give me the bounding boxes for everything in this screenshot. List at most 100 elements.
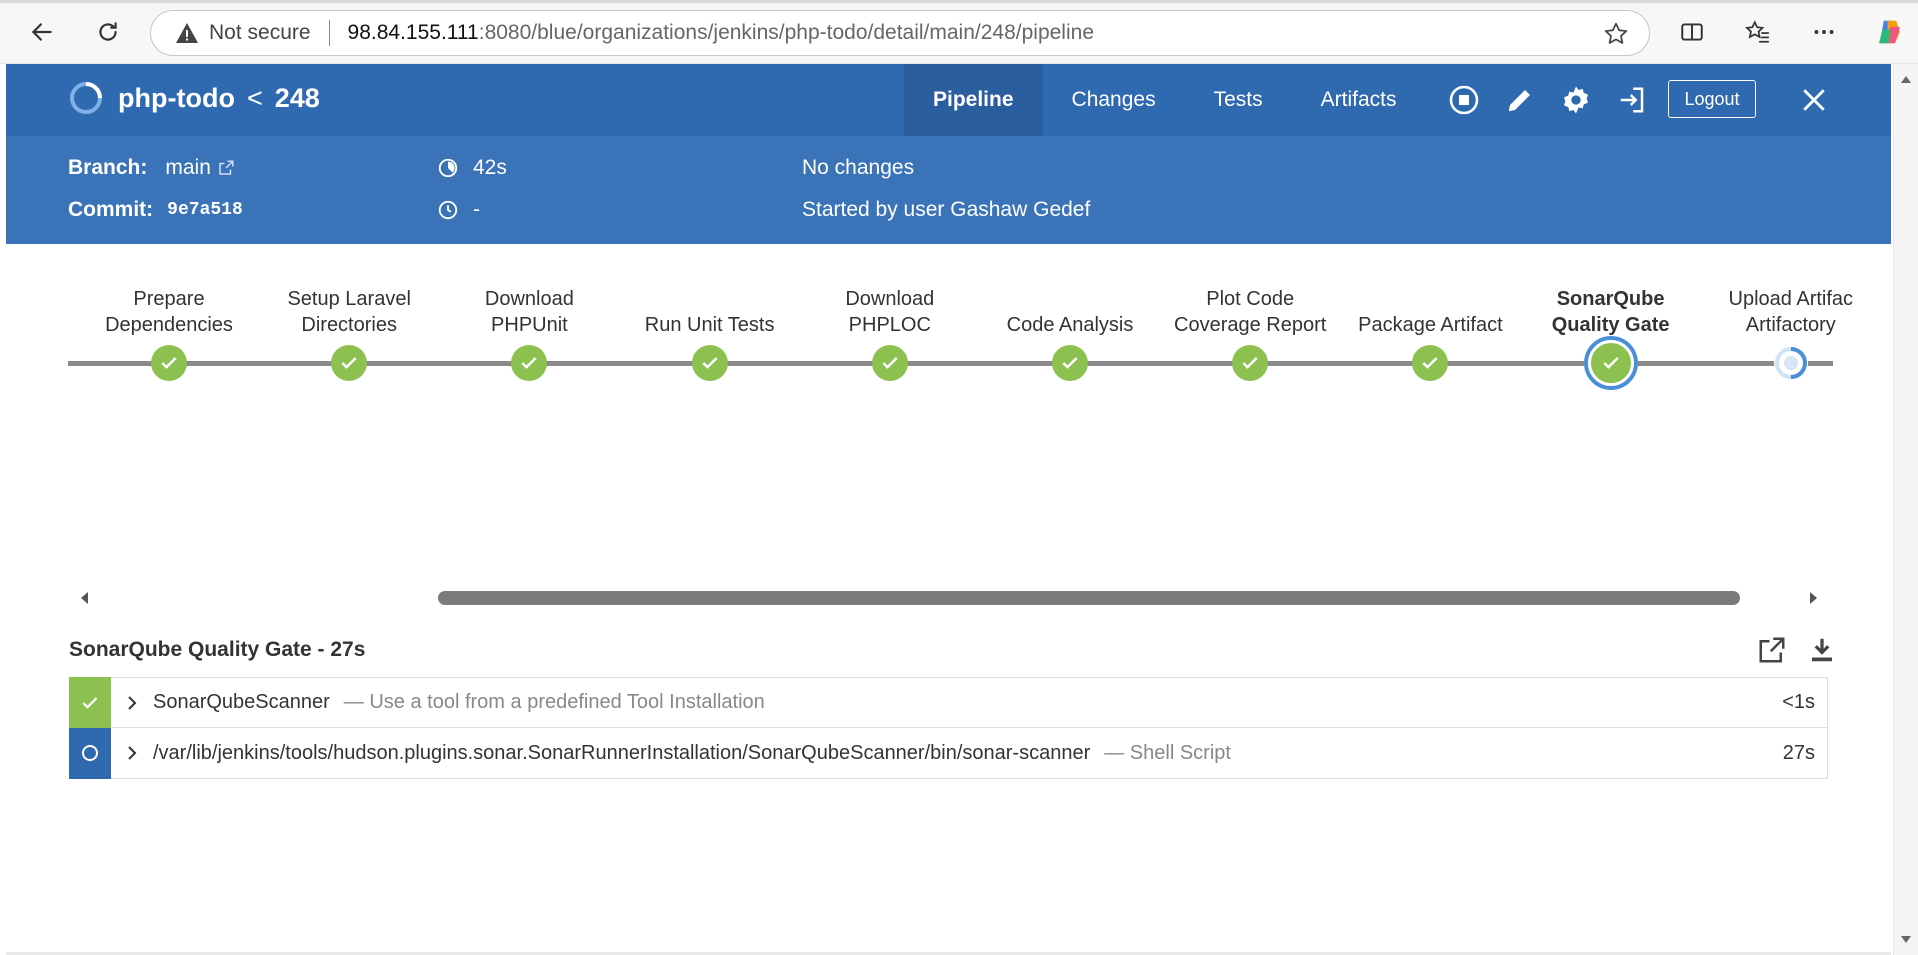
stage-node-success[interactable] <box>331 345 368 381</box>
arrow-left-icon <box>31 23 52 41</box>
scrollbar-thumb[interactable] <box>438 591 1740 605</box>
more-menu-button[interactable] <box>1806 14 1842 50</box>
tab-artifacts[interactable]: Artifacts <box>1292 64 1426 136</box>
reload-button[interactable] <box>90 14 126 50</box>
commit-hash: 9e7a518 <box>167 200 243 220</box>
jenkins-header: php-todo < 248 Pipeline Changes Tests Ar… <box>6 64 1891 136</box>
chevron-right-icon <box>128 746 137 760</box>
stage-label-line: Quality Gate <box>1551 314 1670 336</box>
back-button[interactable] <box>24 14 60 50</box>
address-bar[interactable]: Not secure 98.84.155.111:8080/blue/organ… <box>150 10 1650 56</box>
close-icon <box>1803 89 1825 111</box>
scroll-left-icon[interactable] <box>78 591 92 605</box>
download-log-button[interactable] <box>1804 632 1840 668</box>
stage-label[interactable]: Upload Artifac Artifactory <box>1701 286 1881 338</box>
in-progress-icon <box>1774 347 1807 379</box>
stage-node-success[interactable] <box>511 345 548 381</box>
started-by: Started by user Gashaw Gedef <box>802 198 1091 221</box>
tab-changes[interactable]: Changes <box>1043 64 1185 136</box>
stage-label[interactable]: Download PHPUnit <box>439 286 619 338</box>
stage-node-success[interactable] <box>871 345 908 381</box>
warning-icon[interactable] <box>175 22 199 44</box>
exit-to-classic-button[interactable] <box>1614 82 1650 118</box>
run-title: php-todo < 248 <box>68 80 320 116</box>
edit-button[interactable] <box>1502 82 1538 118</box>
open-external-icon <box>1759 637 1785 663</box>
check-icon <box>341 357 357 369</box>
project-name[interactable]: php-todo <box>118 83 235 114</box>
expand-step-button[interactable] <box>111 745 153 761</box>
open-log-button[interactable] <box>1754 632 1790 668</box>
address-divider <box>328 20 330 46</box>
chevron-right-icon <box>128 695 137 710</box>
stage-label[interactable]: SonarQube Quality Gate <box>1521 286 1701 338</box>
stage-label[interactable]: Plot Code Coverage Report <box>1160 286 1340 338</box>
scroll-up-icon[interactable] <box>1900 74 1912 84</box>
stage-label[interactable]: Download PHPLOC <box>800 286 980 338</box>
stage-label[interactable]: Code Analysis <box>980 286 1160 338</box>
gear-icon <box>1564 86 1588 114</box>
check-icon <box>1242 357 1258 369</box>
duration-value: 42s <box>473 156 507 179</box>
url-host: 98.84.155.111 <box>347 21 479 44</box>
stage-node-success[interactable] <box>1232 345 1269 381</box>
scroll-down-icon[interactable] <box>1900 935 1912 945</box>
stage-label-line <box>980 286 1160 312</box>
stage-label[interactable]: Package Artifact <box>1340 286 1520 338</box>
not-secure-label[interactable]: Not secure <box>209 21 311 45</box>
stop-icon <box>1449 85 1479 115</box>
check-icon <box>82 696 98 709</box>
copilot-button[interactable] <box>1872 14 1908 50</box>
external-link-icon[interactable] <box>217 159 235 177</box>
check-icon <box>521 357 537 369</box>
pencil-icon <box>1508 88 1532 112</box>
more-dots-icon <box>1814 30 1834 34</box>
split-screen-button[interactable] <box>1674 14 1710 50</box>
stage-label[interactable]: Setup Laravel Directories <box>259 286 439 338</box>
stage-node-success[interactable] <box>1052 345 1088 381</box>
stage-node-success[interactable] <box>151 345 187 381</box>
download-icon <box>1812 638 1832 662</box>
tab-tests[interactable]: Tests <box>1185 64 1292 136</box>
stage-label-line: Upload Artifac <box>1728 288 1854 310</box>
page-vertical-scrollbar[interactable] <box>1893 64 1918 955</box>
browser-tab-strip <box>0 0 1918 3</box>
close-button[interactable] <box>1796 82 1832 118</box>
stop-button[interactable] <box>1446 82 1482 118</box>
tab-pipeline[interactable]: Pipeline <box>904 64 1043 136</box>
branch-label: Branch: <box>68 156 148 179</box>
step-name: /var/lib/jenkins/tools/hudson.plugins.so… <box>153 741 1091 764</box>
favorites-list-icon <box>1745 20 1769 43</box>
stage-label[interactable]: Run Unit Tests <box>620 286 800 338</box>
expand-step-button[interactable] <box>111 695 153 711</box>
check-icon <box>1422 357 1438 369</box>
step-status-success <box>69 677 111 728</box>
stage-label-line: PHPLOC <box>848 314 931 336</box>
logout-button[interactable]: Logout <box>1668 80 1756 118</box>
running-spinner-icon <box>70 82 102 114</box>
clock-icon <box>438 200 458 220</box>
favorite-star-icon[interactable] <box>1603 21 1629 53</box>
step-duration: <1s <box>1782 691 1815 713</box>
stage-node-success[interactable] <box>691 345 728 381</box>
branch-value[interactable]: main <box>165 156 211 180</box>
stage-label-line: Plot Code <box>1206 288 1295 310</box>
stage-label-line <box>620 286 800 312</box>
step-row[interactable]: /var/lib/jenkins/tools/hudson.plugins.so… <box>69 727 1828 779</box>
browser-toolbar: Not secure 98.84.155.111:8080/blue/organ… <box>0 0 1918 64</box>
stage-node-success[interactable] <box>1412 345 1449 381</box>
stage-label-line: Download <box>484 288 574 310</box>
favorites-button[interactable] <box>1740 14 1776 50</box>
stage-label-line: Setup Laravel <box>287 288 411 310</box>
commit-label: Commit: <box>68 198 154 221</box>
graph-horizontal-scrollbar[interactable] <box>68 588 1820 608</box>
scroll-right-icon[interactable] <box>1806 591 1820 605</box>
stage-node-running[interactable] <box>1773 346 1808 380</box>
step-row[interactable]: SonarQubeScanner — Use a tool from a pre… <box>69 677 1828 728</box>
check-icon <box>1062 357 1078 369</box>
settings-button[interactable] <box>1558 82 1594 118</box>
check-icon <box>702 357 718 369</box>
stage-node-selected[interactable] <box>1587 340 1634 386</box>
stage-label[interactable]: Prepare Dependencies <box>79 286 259 338</box>
step-list: SonarQubeScanner — Use a tool from a pre… <box>69 677 1828 779</box>
